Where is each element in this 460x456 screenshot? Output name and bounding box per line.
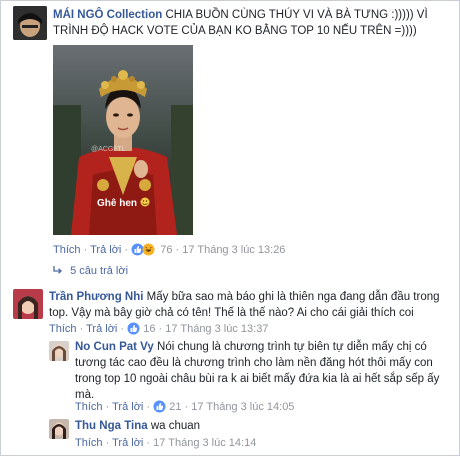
reply-text-line2: tương tác cao đều là chương trình cho là… (75, 357, 433, 369)
post-timestamp[interactable]: 17 Tháng 3 lúc 13:26 (182, 244, 285, 256)
reply-reactions[interactable] (153, 400, 166, 416)
comment-avatar[interactable] (13, 289, 43, 319)
post-text-line1: CHIA BUỒN CÙNG THÚY VI VÀ BÀ TƯNG :)))))… (165, 9, 428, 21)
post-reaction-count[interactable]: 76 (160, 244, 172, 256)
reply-like-link[interactable]: Thích (75, 437, 103, 449)
reply-reply-link[interactable]: Trả lời (112, 401, 143, 413)
reply-actions: Thích · Trả lời · 17 Tháng 3 lúc 14:14 (75, 437, 257, 449)
comment-body: Trần Phương Nhi Mấy bữa sao mà báo ghi l… (49, 289, 453, 321)
image-caption: Ghê hen (97, 198, 137, 209)
avatar-image (13, 6, 47, 40)
replies-count-label[interactable]: 5 câu trả lời (70, 265, 128, 277)
comment-reaction-count[interactable]: 16 (143, 323, 155, 335)
avatar-image (49, 419, 69, 439)
post-author-avatar[interactable] (13, 6, 47, 40)
avatar-image (13, 289, 43, 319)
reply-text-line3: trong top 10 ngoài châu bùi ra k ai biết… (75, 373, 440, 385)
reply-body: No Cun Pat Vy Nói chung là chương trình … (75, 339, 455, 403)
post-author-name[interactable]: MÁI NGÔ Collection (53, 9, 162, 21)
reply-arrow-icon (53, 266, 62, 274)
reply-timestamp[interactable]: 17 Tháng 3 lúc 14:05 (191, 401, 294, 413)
post-actions: Thích · Trả lời · 76 · 17 Tháng 3 lúc 13… (53, 243, 285, 259)
view-replies-link[interactable]: 5 câu trả lời (53, 265, 128, 277)
comment-text-line2: top. Vậy mà bây giờ chả có tên! Thế là t… (49, 307, 414, 319)
reply-reaction-count[interactable]: 21 (169, 401, 181, 413)
post-like-link[interactable]: Thích (53, 244, 81, 256)
comment-text-line1: Mấy bữa sao mà báo ghi là thiên nga đang… (146, 291, 440, 303)
avatar-image (49, 341, 69, 361)
post-image[interactable]: @ACGFTL Ghê hen (53, 45, 193, 235)
comment-reply-link[interactable]: Trả lời (86, 323, 117, 335)
comment-like-link[interactable]: Thích (49, 323, 77, 335)
like-icon (153, 400, 166, 413)
post-reply-link[interactable]: Trả lời (90, 244, 121, 256)
reply-like-link[interactable]: Thích (75, 401, 103, 413)
smile-emoji-icon (140, 197, 150, 207)
like-icon (127, 322, 140, 335)
comment-reactions[interactable] (127, 322, 140, 338)
post-reactions[interactable] (131, 243, 157, 259)
haha-icon (142, 243, 155, 256)
comment-actions: Thích · Trả lời · 16 · 17 Tháng 3 lúc 13… (49, 322, 268, 338)
reply-actions: Thích · Trả lời · 21 · 17 Tháng 3 lúc 14… (75, 400, 294, 416)
reply-reply-link[interactable]: Trả lời (112, 437, 143, 449)
post-text-line2: TRÌNH ĐỘ HACK VOTE CỦA BẠN KO BẰNG TOP 1… (53, 25, 417, 37)
comment-timestamp[interactable]: 17 Tháng 3 lúc 13:37 (165, 323, 268, 335)
reply-author-name[interactable]: Thu Nga Tina (75, 420, 148, 432)
like-icon (131, 243, 144, 256)
image-watermark: @ACGFTL (91, 146, 126, 153)
comment-thread: MÁI NGÔ Collection CHIA BUỒN CÙNG THÚY V… (0, 0, 460, 456)
post-text: MÁI NGÔ Collection CHIA BUỒN CÙNG THÚY V… (53, 7, 453, 39)
reply-avatar[interactable] (49, 419, 69, 439)
reply-avatar[interactable] (49, 341, 69, 361)
meme-image: @ACGFTL Ghê hen (53, 45, 193, 235)
comment-author-name[interactable]: Trần Phương Nhi (49, 291, 143, 303)
reply-text: wa chuan (150, 420, 201, 432)
reply-text-line1: Nói chung là chương trình tự biên tự diễ… (157, 341, 427, 353)
reply-timestamp[interactable]: 17 Tháng 3 lúc 14:14 (153, 437, 256, 449)
reply-author-name[interactable]: No Cun Pat Vy (75, 341, 154, 353)
reply-body: Thu Nga Tina wa chuan (75, 418, 455, 434)
